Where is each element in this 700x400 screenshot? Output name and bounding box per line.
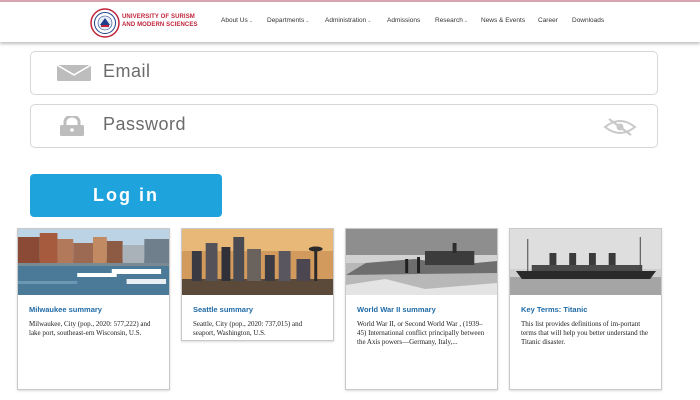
card-description: This list provides definitions of im-por…	[521, 320, 648, 346]
card-description: Milwaukee, City (pop., 2020: 577,222) an…	[29, 320, 151, 337]
email-field[interactable]: Email	[30, 51, 658, 95]
university-logo[interactable]	[90, 8, 120, 38]
card-description: World War II, or Second World War , (193…	[357, 320, 485, 346]
card-description: Seattle, City (pop., 2020: 737,015) and …	[193, 320, 303, 337]
nav-label: Research	[435, 17, 463, 24]
nav-downloads[interactable]: Downloads	[572, 17, 604, 24]
nav-news-events[interactable]: News & Events	[481, 17, 525, 24]
chevron-down-icon: ⌄	[463, 18, 469, 24]
email-placeholder: Email	[103, 61, 151, 81]
password-field[interactable]: Password	[30, 104, 658, 148]
envelope-icon	[57, 65, 91, 81]
nav-administration[interactable]: Administration⌄	[325, 17, 371, 24]
seattle-image	[182, 229, 333, 295]
titanic-image	[510, 229, 661, 295]
password-placeholder: Password	[103, 114, 187, 134]
milwaukee-image	[18, 229, 169, 295]
card-titanic[interactable]: Key Terms: Titanic This list provides de…	[509, 228, 662, 390]
brand-name[interactable]: UNIVERSITY OF SURISM AND MODERN SCIENCES	[122, 13, 198, 29]
card-milwaukee[interactable]: Milwaukee summary Milwaukee, City (pop.,…	[17, 228, 170, 390]
brand-line-2: AND MODERN SCIENCES	[122, 22, 198, 28]
nav-label: Administration	[325, 17, 367, 24]
brand-line-1: UNIVERSITY OF SURISM	[122, 14, 195, 20]
eye-off-icon[interactable]	[603, 118, 637, 136]
world-war-ii-image	[346, 229, 497, 295]
card-seattle[interactable]: Seattle summary Seattle, City (pop., 202…	[181, 228, 334, 341]
lock-icon	[60, 116, 84, 136]
nav-research[interactable]: Research⌄	[435, 17, 468, 24]
chevron-down-icon: ⌄	[248, 18, 253, 24]
chevron-down-icon: ⌄	[367, 18, 372, 24]
card-title[interactable]: World War II summary	[357, 305, 436, 314]
nav-admissions[interactable]: Admissions	[387, 17, 420, 24]
nav-label: Admissions	[387, 17, 421, 24]
nav-about-us[interactable]: About Us⌄	[221, 17, 253, 24]
nav-label: About Us	[221, 17, 248, 24]
nav-career[interactable]: Career	[538, 17, 558, 24]
site-header: UNIVERSITY OF SURISM AND MODERN SCIENCES…	[0, 2, 700, 42]
nav-departments[interactable]: Departments⌄	[267, 17, 309, 24]
nav-label: Career	[538, 17, 558, 24]
card-title[interactable]: Key Terms: Titanic	[521, 305, 587, 314]
card-title[interactable]: Seattle summary	[193, 305, 253, 314]
nav-label: Departments	[267, 17, 305, 24]
login-button[interactable]: Log in	[30, 174, 222, 217]
chevron-down-icon: ⌄	[305, 18, 310, 24]
nav-label: News & Events	[481, 17, 526, 24]
card-title[interactable]: Milwaukee summary	[29, 305, 102, 314]
nav-label: Downloads	[572, 17, 605, 24]
card-world-war-ii[interactable]: World War II summary World War II, or Se…	[345, 228, 498, 390]
